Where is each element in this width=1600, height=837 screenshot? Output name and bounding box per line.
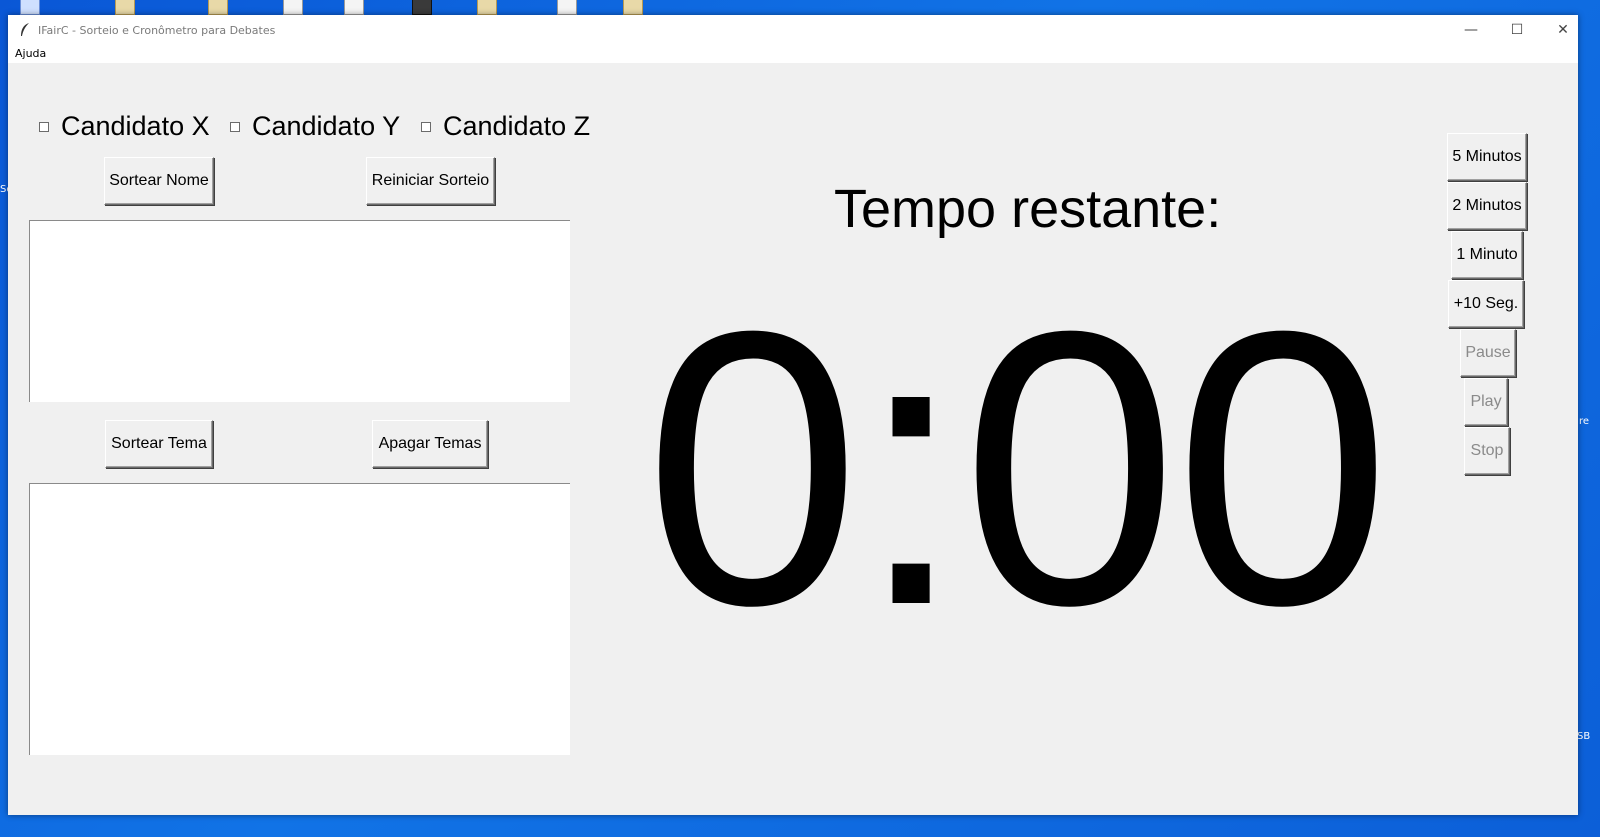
names-listbox[interactable] [29,220,570,402]
pause-button[interactable]: Pause [1460,329,1516,377]
feather-icon [20,23,30,40]
checkbox-label: Candidato Y [252,111,401,141]
checkbox-box[interactable] [39,121,49,132]
close-button[interactable]: ✕ [1540,15,1586,45]
menu-bar: Ajuda [8,45,1578,63]
sort-name-button[interactable]: Sortear Nome [104,157,214,205]
reset-draw-button[interactable]: Reiniciar Sorteio [366,157,495,205]
title-bar[interactable]: IFairC - Sorteio e Cronômetro para Debat… [8,15,1578,45]
checkbox-candidate-z[interactable]: Candidato Z [421,111,590,142]
desktop-icon[interactable] [283,0,303,15]
desktop-icon[interactable] [208,0,228,15]
minimize-button[interactable]: — [1448,15,1494,45]
checkbox-label: Candidato X [61,111,210,141]
maximize-button[interactable]: ☐ [1494,15,1540,45]
desktop-icon[interactable] [115,0,135,15]
main-area: Candidato X Candidato Y Candidato Z Sort… [8,63,1578,815]
window-title: IFairC - Sorteio e Cronômetro para Debat… [38,24,276,37]
desktop-icon-label: re [1579,416,1590,427]
clear-themes-button[interactable]: Apagar Temas [372,420,488,468]
checkbox-candidate-x[interactable]: Candidato X [39,111,210,142]
five-minutes-button[interactable]: 5 Minutos [1447,133,1527,181]
time-remaining-label: Tempo restante: [834,179,1222,239]
one-minute-button[interactable]: 1 Minuto [1451,231,1523,279]
desktop-icon[interactable] [477,0,497,15]
menu-help[interactable]: Ajuda [15,47,46,60]
desktop-icon[interactable] [412,0,432,15]
add-ten-seconds-button[interactable]: +10 Seg. [1448,280,1524,328]
checkbox-candidate-y[interactable]: Candidato Y [230,111,400,142]
desktop-icon[interactable] [20,0,40,15]
desktop-icon[interactable] [623,0,643,15]
two-minutes-button[interactable]: 2 Minutos [1447,182,1527,230]
play-button[interactable]: Play [1464,378,1508,426]
countdown-display: 0:00 [644,250,1391,686]
desktop-icon[interactable] [557,0,577,15]
checkbox-box[interactable] [421,121,431,132]
checkbox-box[interactable] [230,121,240,132]
themes-listbox[interactable] [29,483,570,755]
sort-theme-button[interactable]: Sortear Tema [105,420,213,468]
stop-button[interactable]: Stop [1464,427,1510,475]
app-window: IFairC - Sorteio e Cronômetro para Debat… [8,15,1578,815]
desktop-icon-label: SB [1577,731,1591,742]
desktop-icon[interactable] [344,0,364,15]
checkbox-label: Candidato Z [443,111,591,141]
